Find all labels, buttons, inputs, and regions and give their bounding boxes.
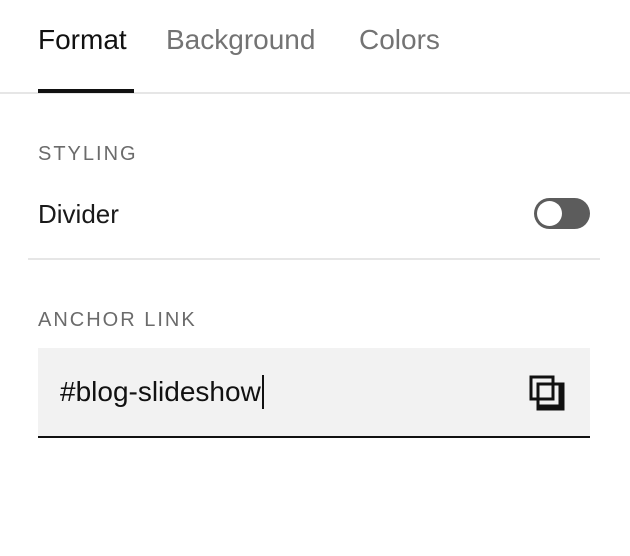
anchor-link-value: #blog-slideshow — [60, 376, 261, 407]
copy-button[interactable] — [528, 374, 566, 412]
styling-heading: STYLING — [38, 143, 138, 165]
anchor-link-field[interactable]: #blog-slideshow — [38, 348, 590, 438]
toggle-knob — [537, 201, 562, 226]
tab-background[interactable]: Background — [166, 22, 315, 58]
format-panel: Format Background Colors STYLING Divider… — [0, 0, 630, 556]
divider-setting-row: Divider — [38, 194, 590, 234]
active-tab-indicator — [38, 89, 134, 93]
tab-colors[interactable]: Colors — [359, 22, 440, 58]
text-caret — [261, 374, 264, 409]
tab-bar: Format Background Colors — [0, 0, 630, 94]
divider-toggle[interactable] — [534, 198, 590, 229]
anchor-link-input[interactable]: #blog-slideshow — [60, 374, 264, 411]
tab-format[interactable]: Format — [38, 22, 127, 58]
divider-label: Divider — [38, 199, 119, 229]
anchor-link-heading: ANCHOR LINK — [38, 309, 197, 331]
copy-icon — [529, 375, 565, 411]
section-separator — [28, 258, 600, 260]
